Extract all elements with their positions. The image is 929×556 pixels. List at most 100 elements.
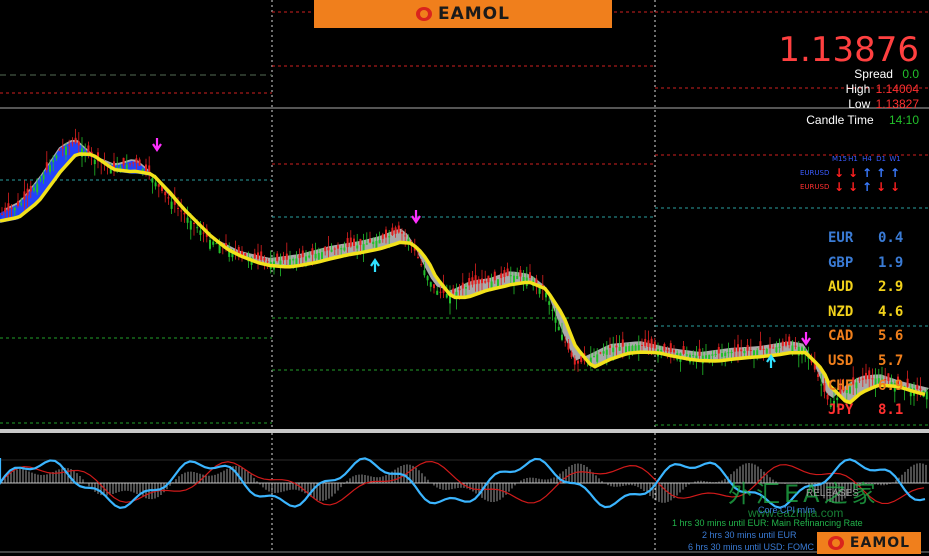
candle-body [65,146,67,155]
candle-body [388,236,391,238]
bottom-logo-text: EAMOL [849,535,911,551]
mtf-header: H1 [848,155,858,163]
mtf-trend-table: M15 H1 H4 D1 W1 EURUSD ↓ ↓ ↑ ↑ ↑ EURUSD ↓ ↓ ↑ ↓ ↓ [800,152,902,194]
candle-body [145,164,147,172]
spread-row: Spread 0.0 [854,67,919,81]
candle-body [138,159,141,166]
candle-body [708,354,711,360]
candle-body [673,349,675,353]
candle-time-value: 14:10 [888,113,919,127]
release-line: 1 hrs 30 mins until EUR: Main Refinancin… [672,518,863,528]
currency-value: 2.9 [878,279,904,296]
candle-body [727,352,730,354]
candle-body [212,241,215,245]
candle-body [685,354,688,356]
currency-code: EUR [828,230,854,246]
candle-body [39,179,42,181]
candle-time-label: Candle Time [806,113,874,127]
candle-body [77,141,80,146]
currency-value: 5.7 [878,352,904,369]
candle-body [372,241,375,245]
candle-body [618,347,621,351]
candle-body [180,210,183,212]
candle-body [714,353,717,356]
candle-body [746,344,749,351]
candle-body [132,162,135,164]
candle-body [61,146,64,149]
candle-body [785,341,787,346]
candle-body [644,338,647,347]
candle-body [609,345,611,348]
candle-body [577,360,579,364]
candle-body [737,344,739,352]
candle-body [772,347,775,349]
candle-body [340,248,343,250]
candle-body [29,185,32,192]
high-row: High 1.14004 [846,82,919,96]
candle-body [650,338,653,348]
candle-body [580,356,583,363]
mtf-header: D1 [876,155,886,163]
candle-body [199,230,202,235]
candle-body [49,165,51,172]
candle-body [823,383,826,392]
candle-body [282,256,285,261]
candle-body [289,259,291,265]
candle-body [749,350,752,352]
releases-title: RELEASES [806,488,859,499]
candle-body [721,353,723,357]
candle-body [468,278,471,286]
signal-down-arrow-icon [152,138,162,152]
arrow-down-icon: ↓ [889,180,901,194]
candle-body [916,384,919,390]
candle-body [7,203,10,211]
candle-body [276,253,279,262]
candle-body [359,238,362,245]
candle-body [45,162,48,170]
low-label: Low [848,97,871,111]
currency-code: NZD [828,303,854,320]
signal-up-arrow-icon [370,258,380,272]
candle-body [433,284,435,289]
candle-body [308,255,311,258]
candle-body [333,248,336,250]
high-value: 1.14004 [875,82,919,96]
currency-code: USD [828,352,854,369]
candle-body [487,275,490,283]
candle-body [484,280,487,283]
candle-body [17,201,19,206]
candle-body [925,391,928,400]
arrow-up-icon: ↑ [889,166,901,180]
candle-body [324,246,327,252]
candle-body [717,347,720,354]
candle-body [602,351,605,354]
currency-code: JPY [828,402,854,419]
currency-value: 0.4 [878,230,904,246]
price-chart[interactable] [0,0,929,556]
candle-body [122,157,125,166]
candle-body [641,344,643,346]
candle-body [516,276,519,280]
candle-body [401,232,403,234]
candle-body [167,197,170,199]
candle-body [346,238,349,248]
currency-value: 8.1 [878,402,904,419]
currency-row: GBP 1.9 [828,255,903,280]
candle-body [452,288,455,294]
currency-row: CAD 5.6 [828,328,903,353]
brand-logo-icon [416,7,432,21]
candle-body [669,343,672,353]
candle-body [378,240,381,244]
candle-body [570,352,573,358]
ma-cloud [0,139,929,402]
candle-body [177,207,179,209]
candle-body [724,352,727,357]
brand-logo: EAMOL [416,4,510,24]
candle-body [426,276,429,281]
candle-body [740,349,743,352]
arrow-down-icon: ↓ [833,166,845,180]
candle-body [436,290,439,295]
current-price: 1.13876 [778,30,919,70]
candle-body [634,345,637,351]
candle-body [314,253,317,259]
